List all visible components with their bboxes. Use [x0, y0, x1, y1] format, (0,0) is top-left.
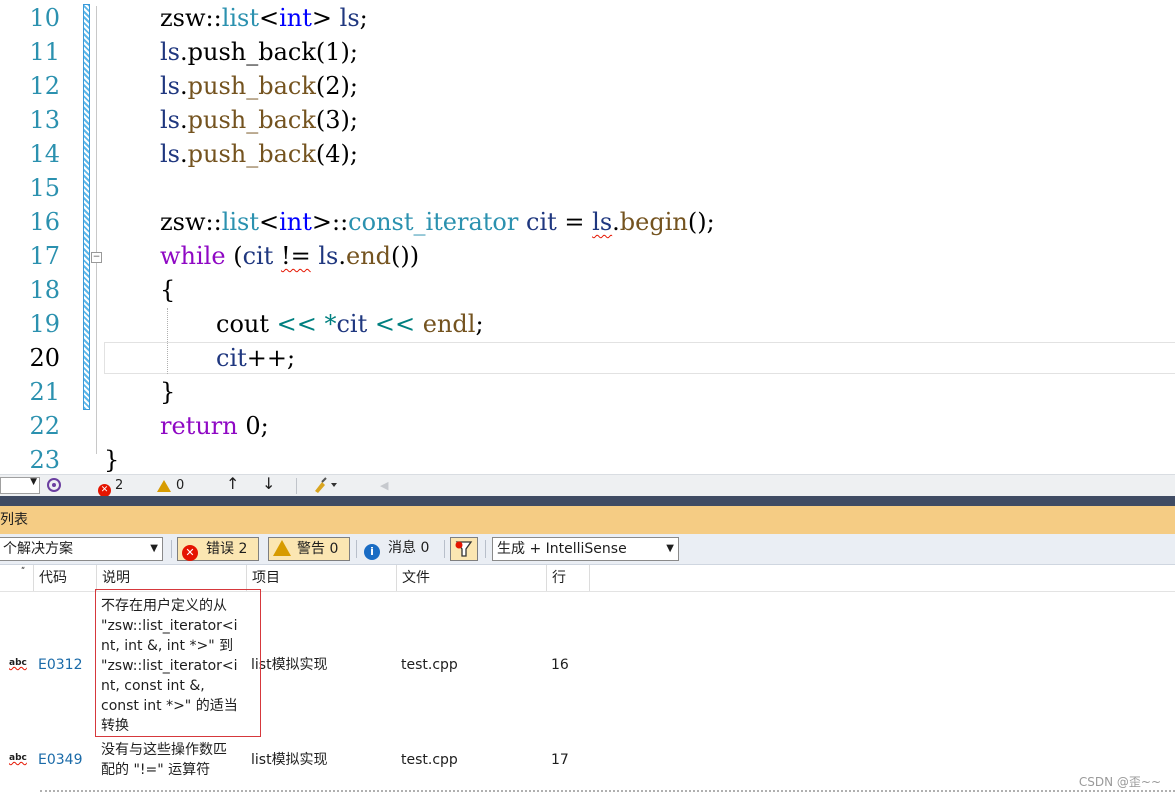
- editor-status-strip: ▼ ✕ 2 0 ↑ ↓ ◀: [0, 474, 1175, 497]
- line-number: 13: [29, 106, 60, 134]
- line-number: 17: [29, 242, 60, 270]
- error-code-link[interactable]: E0349: [38, 750, 82, 770]
- code-line-23: }: [104, 446, 120, 474]
- error-count-indicator[interactable]: ✕ 2: [98, 478, 123, 497]
- error-file: test.cpp: [401, 752, 458, 768]
- errors-filter-button[interactable]: ✕ 错误 2: [177, 537, 259, 561]
- watermark: CSDN @歪~~: [1078, 775, 1161, 789]
- chevron-down-icon: ▼: [666, 543, 674, 554]
- scope-combo[interactable]: 个解决方案 ▼: [0, 537, 163, 561]
- error-project: list模拟实现: [251, 657, 328, 673]
- table-row[interactable]: abc E0349 没有与这些操作数匹 配的 "!=" 运算符 list模拟实现…: [0, 740, 1175, 784]
- chevron-down-icon: ▼: [150, 543, 158, 554]
- code-line-10: zsw::list<int> ls;: [160, 4, 368, 32]
- column-header-code[interactable]: 代码: [33, 565, 96, 591]
- code-line-12: ls.push_back(2);: [160, 72, 358, 100]
- line-number: 22: [29, 412, 60, 440]
- spelling-error-icon: abc: [9, 658, 27, 668]
- collapse-icon[interactable]: −: [91, 252, 102, 263]
- error-project: list模拟实现: [251, 752, 328, 768]
- change-tracking-bar: [83, 4, 90, 410]
- error-list-header: ʺ 代码 说明 项目 文件 行: [0, 565, 1175, 592]
- line-number: 18: [29, 276, 60, 304]
- line-number: 19: [29, 310, 60, 338]
- build-source-combo[interactable]: 生成 + IntelliSense ▼: [492, 537, 679, 561]
- indent-guide: [167, 308, 168, 374]
- error-description: 没有与这些操作数匹 配的 "!=" 运算符: [101, 742, 227, 778]
- line-number: 14: [29, 140, 60, 168]
- code-line-13: ls.push_back(3);: [160, 106, 358, 134]
- annotation-highlight-box: [95, 589, 261, 737]
- code-line-16: zsw::list<int>::const_iterator cit = ls.…: [160, 208, 715, 236]
- code-line-20: cit++;: [216, 344, 296, 372]
- column-header-sort[interactable]: ʺ: [0, 565, 33, 591]
- column-header-project[interactable]: 项目: [246, 565, 396, 591]
- error-file: test.cpp: [401, 657, 458, 673]
- error-code-link[interactable]: E0312: [38, 655, 82, 675]
- column-header-line[interactable]: 行: [546, 565, 590, 591]
- error-line: 16: [551, 657, 569, 673]
- panel-title-bar: 列表: [0, 506, 1175, 534]
- intellicode-icon[interactable]: [46, 477, 62, 498]
- warning-icon: [273, 540, 291, 556]
- previous-issue-button[interactable]: ↑: [226, 476, 239, 492]
- line-number: 16: [29, 208, 60, 236]
- code-line-14: ls.push_back(4);: [160, 140, 358, 168]
- messages-filter-button[interactable]: i 消息 0: [360, 537, 440, 561]
- code-editor[interactable]: − 10 11 12 13 14 15 16 17 18 19 20 21 22…: [0, 0, 1175, 474]
- row-divider: [40, 790, 1175, 792]
- line-number: 12: [29, 72, 60, 100]
- filter-button[interactable]: [450, 537, 478, 561]
- line-number: 21: [29, 378, 60, 406]
- filter-icon: [455, 541, 473, 557]
- code-line-22: return 0;: [160, 412, 269, 440]
- panel-title: 列表: [0, 512, 28, 528]
- error-squiggle: ls: [592, 208, 613, 236]
- line-number: 10: [29, 4, 60, 32]
- line-number: 11: [29, 38, 60, 66]
- separator: [485, 540, 486, 558]
- separator: [444, 540, 445, 558]
- info-icon: i: [364, 544, 380, 560]
- zoom-combo[interactable]: ▼: [0, 477, 40, 494]
- separator: [296, 478, 297, 494]
- code-line-19: cout << *cit << endl;: [216, 310, 484, 338]
- outline-line: [96, 6, 97, 454]
- code-line-17: while (cit != ls.end()): [160, 242, 420, 270]
- column-header-description[interactable]: 说明: [96, 565, 246, 591]
- separator: [356, 540, 357, 558]
- next-issue-button[interactable]: ↓: [262, 476, 275, 492]
- code-line-21: }: [160, 378, 176, 406]
- separator: [171, 540, 172, 558]
- error-squiggle: !=: [280, 242, 311, 270]
- warnings-filter-button[interactable]: 警告 0: [268, 537, 350, 561]
- warning-icon: [157, 480, 171, 492]
- scroll-left-icon[interactable]: ◀: [380, 478, 388, 494]
- error-list-toolbar: 个解决方案 ▼ ✕ 错误 2 警告 0 i 消息 0 生成 + IntelliSens…: [0, 534, 1175, 565]
- error-line: 17: [551, 752, 569, 768]
- code-line-18: {: [160, 276, 176, 304]
- line-number-current: 20: [29, 344, 60, 372]
- column-header-file[interactable]: 文件: [396, 565, 546, 591]
- code-line-11: ls.push_back(1);: [160, 38, 358, 66]
- error-icon: ✕: [182, 545, 198, 561]
- panel-divider: [0, 496, 1175, 506]
- warning-count-indicator[interactable]: 0: [157, 478, 184, 494]
- spelling-error-icon: abc: [9, 753, 27, 763]
- line-number: 15: [29, 174, 60, 202]
- line-number: 23: [29, 446, 60, 474]
